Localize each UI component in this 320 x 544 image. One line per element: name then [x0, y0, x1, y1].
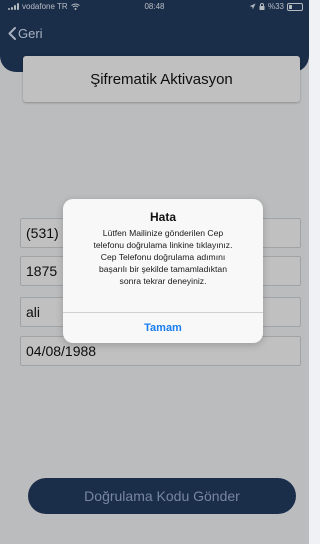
alert-message-line: sonra tekrar deneyiniz. [119, 276, 207, 286]
alert-ok-button[interactable]: Tamam [63, 313, 263, 343]
alert-message-line: Lütfen Mailinize gönderilen Cep [102, 228, 224, 238]
alert-message-line: telefonu doğrulama linkine tıklayınız. [93, 240, 233, 250]
alert-message: Lütfen Mailinize gönderilen Cep telefonu… [73, 227, 253, 287]
alert-message-line: Cep Telefonu doğrulama adımını [100, 252, 226, 262]
alert-message-line: başarılı bir şekilde tamamladıktan [98, 264, 227, 274]
screen: vodafone TR 08:48 %33 Geri Şifrematik Ak… [0, 0, 309, 544]
error-alert: Hata Lütfen Mailinize gönderilen Cep tel… [63, 199, 263, 343]
alert-title: Hata [149, 210, 176, 224]
